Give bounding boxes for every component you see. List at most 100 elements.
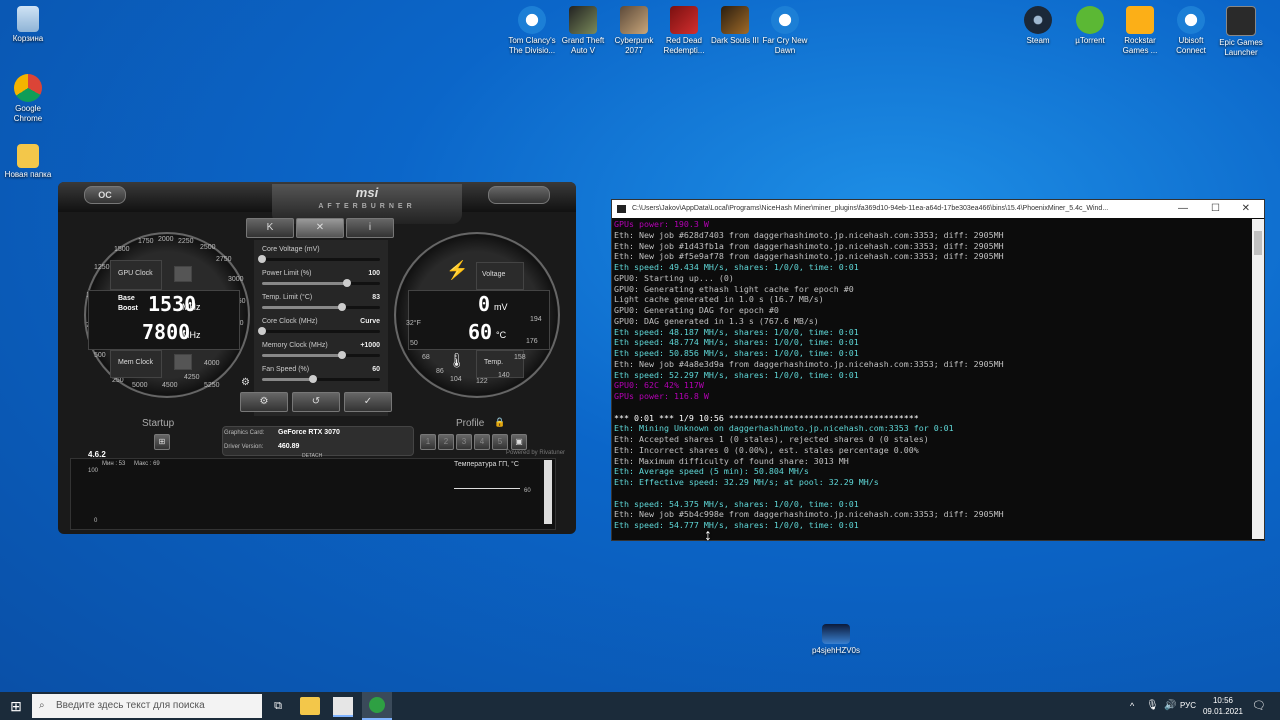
slider-track[interactable] [262, 279, 380, 287]
driver-value: 460.89 [278, 443, 300, 450]
fan-gear-icon[interactable]: ⚙ [241, 377, 250, 388]
desktop-icon-darksouls[interactable]: Dark Souls III [707, 6, 763, 46]
tab-k[interactable]: K [246, 218, 294, 238]
monitor-scrollbar[interactable] [544, 460, 552, 524]
slider-knob[interactable] [342, 279, 351, 287]
afterburner-window: OC msiAFTERBURNER K ✕ i 250 500 750 1000… [58, 182, 576, 534]
scrollbar-thumb[interactable] [1254, 231, 1262, 255]
console-line: Eth speed: 49.434 MH/s, shares: 1/0/0, t… [614, 262, 859, 272]
task-view-button[interactable]: ⧉ [266, 692, 290, 720]
console-line: GPU0: Generating ethash light cache for … [614, 283, 854, 294]
reset-button[interactable]: ↺ [292, 392, 340, 412]
desktop-icon-division[interactable]: Tom Clancy's The Divisio... [504, 6, 560, 56]
notification-icon[interactable]: 🗨 [1252, 692, 1266, 720]
search-box[interactable]: ⌕ Введите здесь текст для поиска [32, 694, 262, 718]
console-line: Light cache generated in 1.0 s (16.7 MB/… [614, 294, 824, 305]
desktop-icon-new-folder[interactable]: Новая папка [0, 144, 56, 180]
console-output[interactable]: GPUs power: 190.3 W Eth: New job #628d740… [612, 219, 1254, 539]
microphone-icon[interactable]: 🎙 [1146, 692, 1159, 720]
console-line: Eth: Mining Unknown on daggerhashimoto.j… [614, 423, 954, 434]
monitor-y-top: 100 [88, 468, 99, 474]
resize-cursor-icon: ↕ [704, 527, 712, 544]
console-line: Eth: New job #5b4c998e from daggerhashim… [614, 509, 1004, 520]
powered-by-label: Powered by Rivatuner [506, 450, 566, 456]
tray-chevron-icon[interactable]: ^ [1130, 692, 1134, 720]
language-indicator[interactable]: РУС [1180, 692, 1196, 720]
slider-label: Core Clock (MHz) [262, 318, 318, 325]
gauge-tick-label: 5250 [204, 382, 220, 389]
icon-label: µTorrent [1075, 36, 1105, 45]
reset-settings-button[interactable]: ⚙ [240, 392, 288, 412]
settings-gear-button[interactable] [488, 186, 550, 204]
tab-info[interactable]: i [346, 218, 394, 238]
profile-slot-1[interactable]: 1 [420, 434, 436, 450]
maximize-button[interactable]: ☐ [1205, 200, 1226, 218]
volume-icon[interactable]: 🔊 [1164, 692, 1176, 720]
gauge-tick-label: 50 [410, 340, 418, 347]
minimize-button[interactable]: — [1172, 200, 1194, 218]
profile-lock-icon[interactable]: 🔒 [494, 417, 505, 428]
save-profile-button[interactable]: ▣ [511, 434, 527, 450]
tab-oc-scanner[interactable]: ✕ [296, 218, 344, 238]
slider-track[interactable] [258, 255, 380, 263]
startup-windows-button[interactable]: ⊞ [154, 434, 170, 450]
slider-knob[interactable] [338, 303, 347, 311]
darksouls-icon [721, 6, 749, 34]
base-label: Base [118, 295, 135, 302]
slider-track[interactable] [258, 327, 380, 335]
gauge-tick-label: 194 [530, 316, 542, 323]
gauge-tick-label: 86 [436, 368, 444, 375]
slider-track[interactable] [262, 303, 380, 311]
slider-track[interactable] [262, 375, 380, 383]
taskbar-console[interactable] [333, 697, 353, 717]
profile-slot-4[interactable]: 4 [474, 434, 490, 450]
gta-icon [569, 6, 597, 34]
rockstar-icon [1126, 6, 1154, 34]
desktop-icon-rockstar[interactable]: Rockstar Games ... [1112, 6, 1168, 56]
desktop-icon-utorrent[interactable]: µTorrent [1062, 6, 1118, 46]
slider-knob[interactable] [308, 375, 317, 383]
desktop-icon-chrome[interactable]: Google Chrome [0, 74, 56, 124]
profile-slot-3[interactable]: 3 [456, 434, 472, 450]
console-titlebar[interactable]: C:\Users\Jakov\AppData\Local\Programs\Ni… [612, 200, 1264, 218]
sub-brand-text: AFTERBURNER [318, 203, 416, 210]
nicehash-icon [369, 697, 385, 713]
console-scrollbar[interactable] [1252, 219, 1264, 539]
slider-track[interactable] [262, 351, 380, 359]
desktop-icon-gta[interactable]: Grand Theft Auto V [555, 6, 611, 56]
clock-date: 09.01.2021 [1202, 707, 1244, 716]
start-button[interactable]: ⊞ [0, 692, 32, 720]
desktop-icon-ubisoft[interactable]: Ubisoft Connect [1163, 6, 1219, 56]
console-line: GPUs power: 190.3 W [614, 219, 709, 229]
slider-knob[interactable] [258, 327, 266, 335]
desktop-icon-video[interactable]: p4sjehHZV0s [806, 624, 866, 656]
desktop-icon-rdr[interactable]: Red Dead Redempti... [656, 6, 712, 56]
clock[interactable]: 10:56 09.01.2021 [1200, 695, 1246, 717]
desktop-icon-cyberpunk[interactable]: Cyberpunk 2077 [606, 6, 662, 56]
profile-slot-2[interactable]: 2 [438, 434, 454, 450]
desktop-icon-steam[interactable]: Steam [1010, 6, 1066, 46]
brand-text: msi [355, 185, 379, 200]
icon-label: Epic Games Launcher [1219, 38, 1263, 57]
console-line: Eth speed: 48.774 MH/s, shares: 1/0/0, t… [614, 337, 859, 348]
slider-knob[interactable] [258, 255, 266, 263]
console-line: Eth speed: 50.856 MH/s, shares: 1/0/0, t… [614, 348, 859, 358]
gauge-tick-label: 2750 [216, 256, 232, 263]
slider-label: Temp. Limit (°C) [262, 294, 313, 301]
taskbar-nicehash[interactable] [362, 692, 392, 720]
profile-label: Profile [456, 418, 485, 429]
console-line: Eth: New job #628d7403 from daggerhashim… [614, 229, 1004, 240]
slider-knob[interactable] [338, 351, 347, 359]
steam-icon [1024, 6, 1052, 34]
oc-button[interactable]: OC [84, 186, 126, 204]
apply-button[interactable]: ✓ [344, 392, 392, 412]
slider-value: 83 [372, 294, 380, 301]
taskbar-explorer[interactable] [300, 697, 320, 715]
desktop-icon-farcry[interactable]: Far Cry New Dawn [757, 6, 813, 56]
slider-row: Memory Clock (MHz) +1000 [254, 342, 388, 364]
desktop-icon-epic[interactable]: Epic Games Launcher [1213, 6, 1269, 58]
desktop-icon-recycle-bin[interactable]: Корзина [0, 6, 56, 44]
close-button[interactable]: ✕ [1235, 200, 1256, 218]
profile-slot-5[interactable]: 5 [492, 434, 508, 450]
tab-label: ✕ [315, 222, 325, 233]
